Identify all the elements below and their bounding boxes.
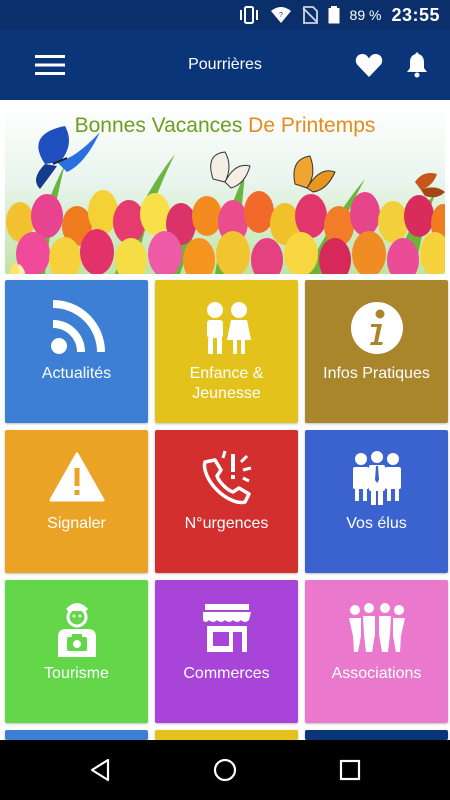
tile-label: Signaler xyxy=(47,515,106,532)
wifi-icon: ? xyxy=(270,6,292,24)
clock: 23:55 xyxy=(391,4,440,25)
tile-label: Tourisme xyxy=(44,665,109,682)
battery-icon xyxy=(328,6,340,24)
tile-label: Associations xyxy=(331,665,422,682)
children-icon xyxy=(155,300,298,356)
bell-icon[interactable] xyxy=(405,52,429,78)
vibrate-icon xyxy=(238,6,260,24)
tile-associations[interactable]: Associations xyxy=(305,580,448,723)
tile-infos-pratiques[interactable]: Infos Pratiques xyxy=(305,280,448,423)
spring-holiday-banner[interactable]: Bonnes Vacances De Printemps xyxy=(5,104,445,274)
status-bar: ? 89 % 23:55 xyxy=(0,0,450,30)
info-icon xyxy=(305,300,448,356)
tile-label: Actualités xyxy=(41,365,112,382)
tile-signaler[interactable]: Signaler xyxy=(5,430,148,573)
tile-enfance-jeunesse[interactable]: Enfance & Jeunesse xyxy=(155,280,298,423)
tile-actualites[interactable]: Actualités xyxy=(5,280,148,423)
back-icon[interactable] xyxy=(85,755,115,785)
tile-label: N°urgences xyxy=(184,515,269,532)
shop-icon xyxy=(155,600,298,656)
rss-icon xyxy=(5,300,148,356)
tile-vos-elus[interactable]: Vos élus xyxy=(305,430,448,573)
tile-label: Commerces xyxy=(183,665,270,682)
tile-label: Enfance & Jeunesse xyxy=(189,365,264,402)
tile-numeros-urgences[interactable]: N°urgences xyxy=(155,430,298,573)
tile-partial[interactable] xyxy=(155,730,298,740)
tourist-icon xyxy=(5,600,148,657)
emergency-phone-icon xyxy=(155,450,298,506)
app-bar: Pourrières xyxy=(0,30,450,100)
home-icon[interactable] xyxy=(210,755,240,785)
system-nav-bar xyxy=(0,740,450,800)
people-icon xyxy=(305,450,448,506)
group-icon xyxy=(305,600,448,656)
banner-text: Bonnes Vacances De Printemps xyxy=(74,114,376,137)
tile-label: Infos Pratiques xyxy=(323,365,430,382)
tile-label: Vos élus xyxy=(346,515,407,532)
tile-tourisme[interactable]: Tourisme xyxy=(5,580,148,723)
tile-partial[interactable] xyxy=(305,730,448,740)
tile-commerces[interactable]: Commerces xyxy=(155,580,298,723)
warning-icon xyxy=(5,450,148,506)
recents-icon[interactable] xyxy=(335,755,365,785)
heart-icon[interactable] xyxy=(355,52,383,78)
no-sim-icon xyxy=(301,6,318,24)
tile-partial[interactable] xyxy=(5,730,148,740)
battery-percent: 89 % xyxy=(349,7,382,23)
svg-text:?: ? xyxy=(279,12,283,19)
